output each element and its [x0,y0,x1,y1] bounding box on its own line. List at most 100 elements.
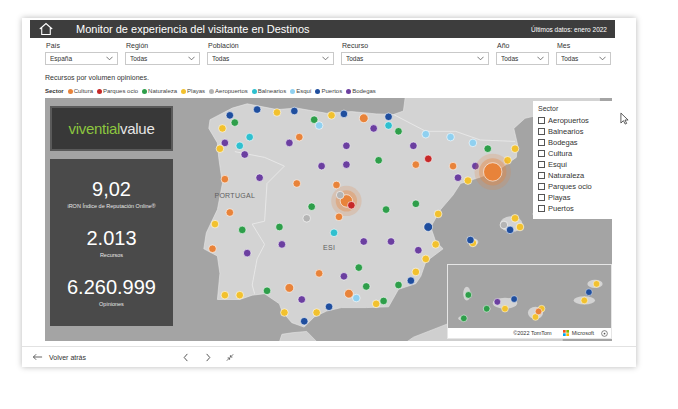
info-icon[interactable] [601,330,608,337]
map-point[interactable] [385,113,393,121]
map-point[interactable] [387,238,395,246]
map-point[interactable] [343,142,351,150]
map-point[interactable] [484,163,502,181]
filter-dropdown[interactable]: Todas [341,52,489,65]
map-point[interactable] [500,221,508,229]
map-point[interactable] [412,161,420,169]
checkbox[interactable] [538,139,545,146]
map-point[interactable] [211,220,219,228]
checkbox[interactable] [538,172,545,179]
map-point[interactable] [375,157,383,165]
map-point[interactable] [422,130,430,138]
map-point[interactable] [263,287,271,295]
map-point[interactable] [380,297,388,305]
map-point[interactable] [343,161,351,169]
map-point[interactable] [243,249,251,257]
map-point[interactable] [328,112,336,120]
slicer-item[interactable]: Playas [538,192,607,203]
map-point[interactable] [511,296,518,303]
map-point[interactable] [221,175,229,183]
map-point[interactable] [511,145,519,153]
slicer-item[interactable]: Cultura [538,148,607,159]
map-point[interactable] [422,255,430,263]
map-point[interactable] [335,213,343,221]
slicer-item[interactable]: Balnearios [538,126,607,137]
filter-dropdown[interactable]: Todas [125,52,200,65]
map-point[interactable] [330,229,338,237]
map-point[interactable] [593,281,600,288]
map-point[interactable] [308,203,316,211]
map-point[interactable] [221,291,229,299]
map-point[interactable] [502,305,509,312]
map-point[interactable] [281,309,289,317]
map-point[interactable] [209,245,217,253]
map-point[interactable] [256,174,264,182]
map-point[interactable] [318,162,326,170]
filter-dropdown[interactable]: España [45,52,118,65]
map-point[interactable] [241,151,249,159]
map-point[interactable] [355,264,363,272]
map-point[interactable] [484,145,492,153]
map-point[interactable] [407,277,415,285]
map-point[interactable] [370,125,378,133]
map-point[interactable] [447,133,455,141]
slicer-item[interactable]: Puertos [538,203,607,214]
map-point[interactable] [432,241,440,249]
map-point[interactable] [216,145,224,153]
map-point[interactable] [246,133,254,141]
map[interactable]: PORTUGALESIviventialvalue9,02iRON Índice… [45,98,612,341]
map-point[interactable] [276,223,284,231]
map-point[interactable] [385,122,393,130]
checkbox[interactable] [538,183,545,190]
inset-canvas[interactable] [448,265,611,328]
map-point[interactable] [348,201,356,209]
map-point[interactable] [494,298,501,305]
map-point[interactable] [278,241,286,249]
canary-inset-map[interactable]: ©2022 TomTomMicrosoft [447,264,612,339]
map-point[interactable] [226,112,234,120]
map-point[interactable] [293,180,301,188]
map-point[interactable] [395,281,403,289]
map-point[interactable] [362,283,370,291]
chevron-left-icon[interactable] [182,353,190,362]
checkbox[interactable] [538,194,545,201]
chevron-right-icon[interactable] [204,353,212,362]
map-point[interactable] [285,284,294,293]
slicer-item[interactable]: Bodegas [538,137,607,148]
slicer-item[interactable]: Naturaleza [538,170,607,181]
map-point[interactable] [454,174,462,182]
checkbox[interactable] [538,161,545,168]
map-point[interactable] [340,273,348,281]
home-icon[interactable] [38,22,54,36]
map-point[interactable] [415,246,423,254]
map-point[interactable] [238,226,246,234]
map-point[interactable] [219,125,227,133]
map-point[interactable] [325,303,333,311]
map-point[interactable] [344,289,353,298]
filter-dropdown[interactable]: Todas [207,52,334,65]
slicer-item[interactable]: Esquí [538,159,607,170]
slicer-item[interactable]: Aeropuertos [538,115,607,126]
map-point[interactable] [353,294,361,302]
map-point[interactable] [286,139,294,147]
filter-dropdown[interactable]: Todas [496,52,549,65]
filter-dropdown[interactable]: Todas [556,52,611,65]
map-point[interactable] [424,223,433,232]
map-point[interactable] [424,155,432,163]
map-point[interactable] [295,133,303,141]
map-point[interactable] [253,106,261,114]
map-point[interactable] [449,162,457,170]
map-point[interactable] [464,177,472,185]
map-point[interactable] [382,206,390,214]
map-point[interactable] [236,142,244,150]
map-point[interactable] [291,107,299,115]
map-point[interactable] [535,308,542,315]
checkbox[interactable] [538,117,545,124]
map-point[interactable] [360,238,368,246]
map-point[interactable] [465,292,472,299]
checkbox[interactable] [538,128,545,135]
map-point[interactable] [231,119,239,127]
map-point[interactable] [434,210,442,218]
map-point[interactable] [303,215,311,223]
map-point[interactable] [511,215,519,223]
